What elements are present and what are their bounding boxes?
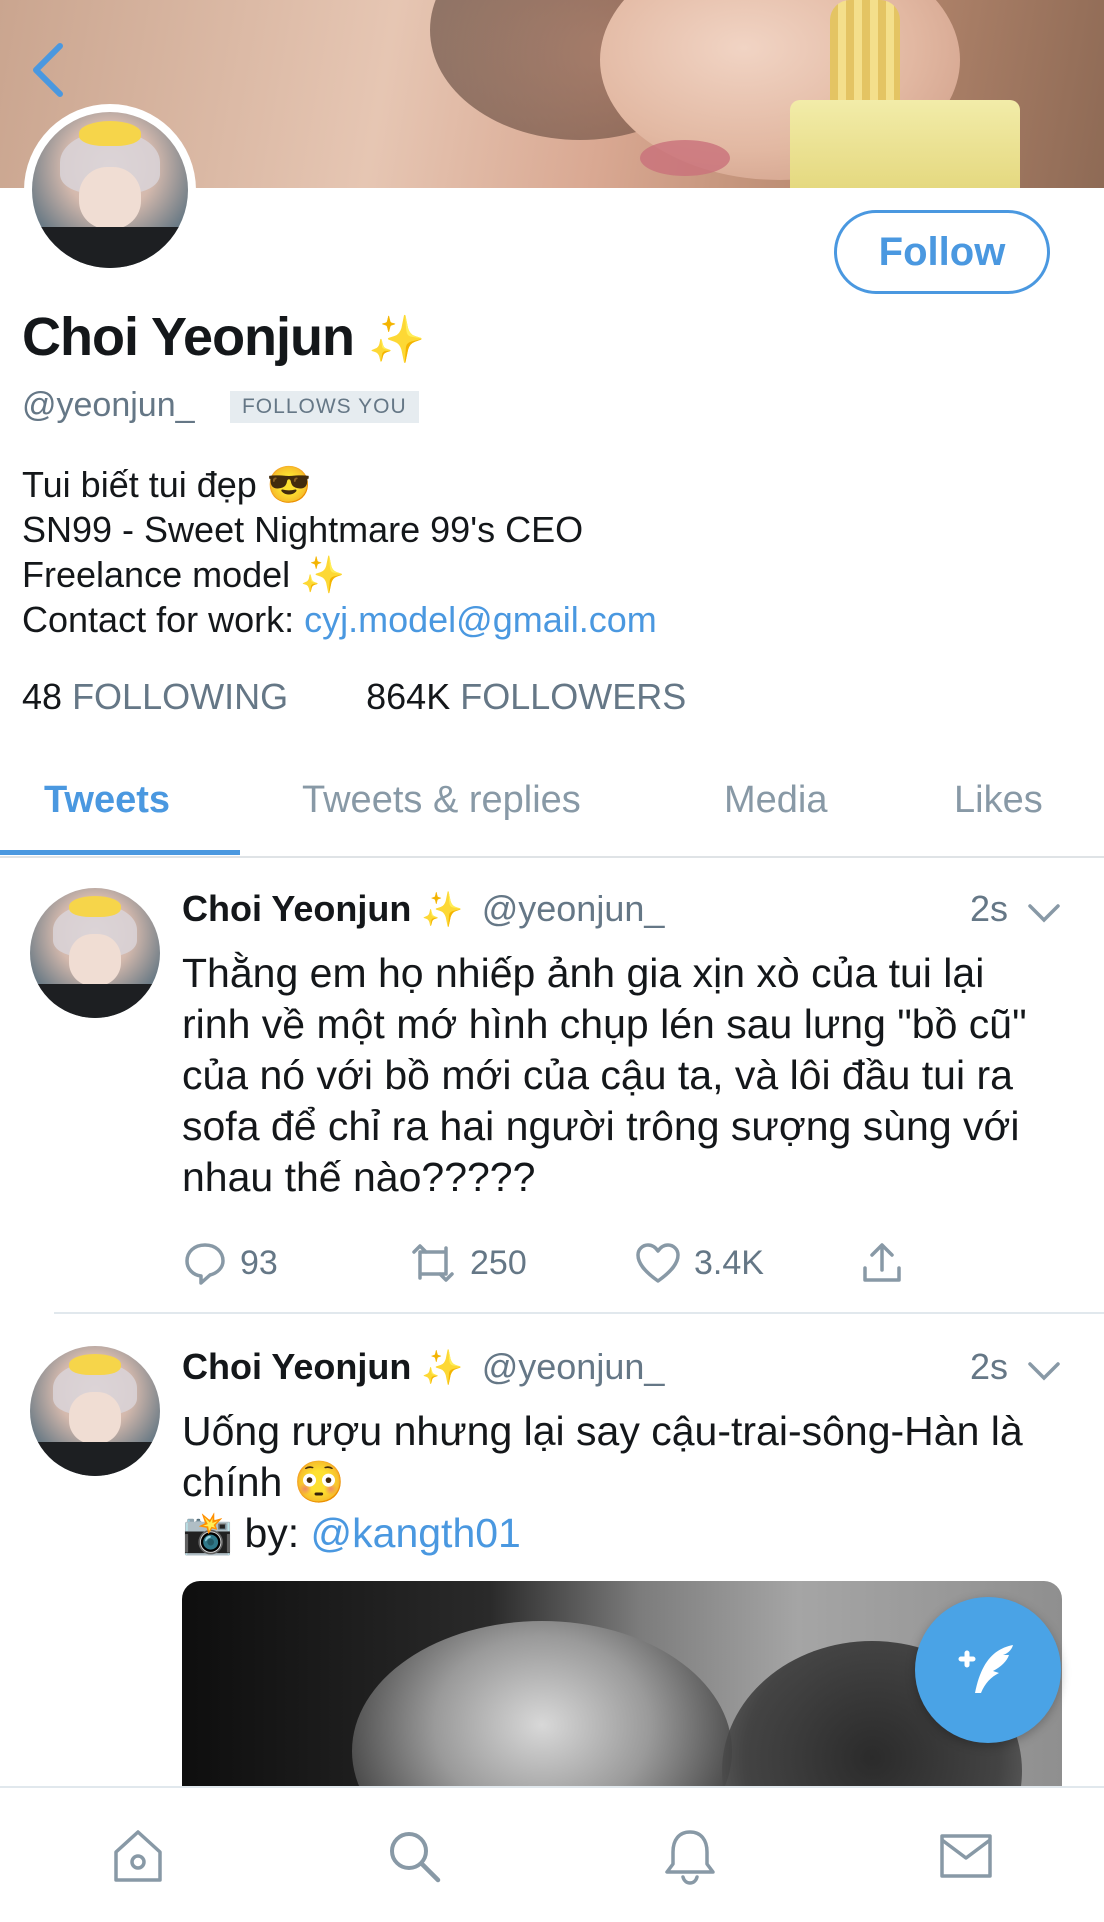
avatar-duck-hat xyxy=(69,1353,121,1375)
compose-feather-icon xyxy=(958,1645,1013,1693)
tweet-author-handle: @yeonjun_ xyxy=(481,1346,665,1387)
avatar-face xyxy=(69,1391,121,1444)
tweet-avatar[interactable] xyxy=(30,1346,160,1476)
bio-line-2: SN99 - Sweet Nightmare 99's CEO xyxy=(22,509,584,550)
banner-lips xyxy=(640,140,730,176)
bio-line-1: Tui biết tui đẹp 😎 xyxy=(22,464,312,505)
tweet-header: Choi Yeonjun ✨ @yeonjun_ xyxy=(182,888,664,930)
following-stat[interactable]: 48 FOLLOWING xyxy=(22,676,298,717)
profile-bio: Tui biết tui đẹp 😎 SN99 - Sweet Nightmar… xyxy=(22,462,657,642)
following-label: FOLLOWING xyxy=(72,676,289,717)
avatar-image xyxy=(32,112,188,268)
follows-you-badge: FOLLOWS YOU xyxy=(229,391,419,424)
avatar-shirt xyxy=(30,1442,160,1476)
tweet-timestamp: 2s xyxy=(969,888,1008,929)
sparkles-emoji: ✨ xyxy=(368,313,425,365)
nav-search[interactable] xyxy=(384,1826,444,1886)
share-icon xyxy=(863,1243,901,1282)
retweet-icon xyxy=(412,1244,454,1282)
tweet-text: Thằng em họ nhiếp ảnh gia xịn xò của tui… xyxy=(182,950,1027,1200)
avatar-duck-hat xyxy=(69,895,121,917)
search-icon xyxy=(390,1832,441,1883)
active-tab-indicator xyxy=(0,850,240,855)
follow-button[interactable]: Follow xyxy=(834,210,1050,294)
mail-icon xyxy=(940,1834,992,1878)
contact-label: Contact for work: xyxy=(22,599,305,640)
tweet-header: Choi Yeonjun ✨ @yeonjun_ xyxy=(182,1346,664,1388)
tweet-avatar-image xyxy=(30,888,160,1018)
sparkles-emoji: ✨ xyxy=(421,891,464,929)
share-button[interactable] xyxy=(860,1238,916,1288)
profile-handle-row: @yeonjun_ FOLLOWS YOU xyxy=(22,386,419,425)
credit-prefix: 📸 by: xyxy=(182,1510,311,1556)
tweet-avatar-image xyxy=(30,1346,160,1476)
avatar-face xyxy=(78,166,142,229)
compose-tweet-button[interactable] xyxy=(915,1597,1061,1743)
credit-mention-link[interactable]: @kangth01 xyxy=(311,1510,521,1556)
avatar-duck-hat xyxy=(78,121,142,147)
tweet-text-line: Uống rượu nhưng lại say cậu-trai-sông-Hà… xyxy=(182,1408,1023,1505)
back-button[interactable] xyxy=(28,40,78,100)
tweet-avatar[interactable] xyxy=(30,888,160,1018)
avatar-shirt xyxy=(30,984,160,1018)
profile-avatar[interactable] xyxy=(24,104,196,276)
tab-media[interactable]: Media xyxy=(724,758,828,856)
profile-tabs: Tweets Tweets & replies Media Likes xyxy=(0,758,1104,858)
bio-line-3-text: Freelance model xyxy=(22,554,291,595)
retweet-button[interactable]: 250 xyxy=(408,1238,527,1288)
media-person-1 xyxy=(352,1621,732,1791)
profile-stats: 48 FOLLOWING 864K FOLLOWERS xyxy=(22,676,686,718)
tab-likes[interactable]: Likes xyxy=(954,758,1043,856)
reply-icon xyxy=(185,1243,225,1285)
tweet-author-name[interactable]: Choi Yeonjun xyxy=(182,888,411,929)
photo-credit: 📸 by: @kangth01 xyxy=(182,1508,1042,1559)
following-count: 48 xyxy=(22,676,63,717)
like-button[interactable]: 3.4K xyxy=(634,1238,764,1288)
banner-cup xyxy=(790,100,1020,188)
bio-line-4: Contact for work: cyj.model@gmail.com xyxy=(22,597,657,642)
bio-line-3: Freelance model ✨ xyxy=(22,552,657,597)
tweet-author-name[interactable]: Choi Yeonjun xyxy=(182,1346,411,1387)
followers-label: FOLLOWERS xyxy=(460,676,687,717)
reply-count: 93 xyxy=(240,1243,278,1282)
contact-email-link[interactable]: cyj.model@gmail.com xyxy=(304,599,657,640)
sparkles-emoji: ✨ xyxy=(300,554,345,595)
chevron-down-icon[interactable] xyxy=(1024,898,1064,928)
heart-icon xyxy=(636,1243,680,1283)
profile-handle: @yeonjun_ xyxy=(22,386,195,424)
sparkles-emoji: ✨ xyxy=(421,1349,464,1387)
profile-name-text: Choi Yeonjun xyxy=(22,307,355,367)
bottom-nav-bar xyxy=(0,1786,1104,1922)
tweet-author-handle: @yeonjun_ xyxy=(481,888,665,929)
home-icon xyxy=(114,1830,162,1882)
tweet-actions: 93 250 3.4K xyxy=(182,1238,942,1288)
bell-icon xyxy=(665,1830,715,1885)
like-count: 3.4K xyxy=(694,1243,764,1282)
chevron-left-icon xyxy=(33,43,63,97)
nav-notifications[interactable] xyxy=(660,1826,720,1886)
nav-messages[interactable] xyxy=(936,1826,996,1886)
tweet-text: Uống rượu nhưng lại say cậu-trai-sông-Hà… xyxy=(182,1406,1042,1559)
tweet-timestamp: 2s xyxy=(969,1346,1008,1387)
reply-button[interactable]: 93 xyxy=(182,1238,278,1288)
avatar-face xyxy=(69,933,121,986)
tab-tweets[interactable]: Tweets xyxy=(44,758,170,856)
chevron-down-icon[interactable] xyxy=(1024,1356,1064,1386)
avatar-shirt xyxy=(32,227,188,268)
tweet-divider xyxy=(54,1312,1104,1314)
retweet-count: 250 xyxy=(470,1243,527,1282)
followers-count: 864K xyxy=(366,676,451,717)
profile-name: Choi Yeonjun ✨ xyxy=(22,306,425,368)
nav-home[interactable] xyxy=(108,1826,168,1886)
followers-stat[interactable]: 864K FOLLOWERS xyxy=(366,676,686,717)
tab-tweets-replies[interactable]: Tweets & replies xyxy=(302,758,581,856)
